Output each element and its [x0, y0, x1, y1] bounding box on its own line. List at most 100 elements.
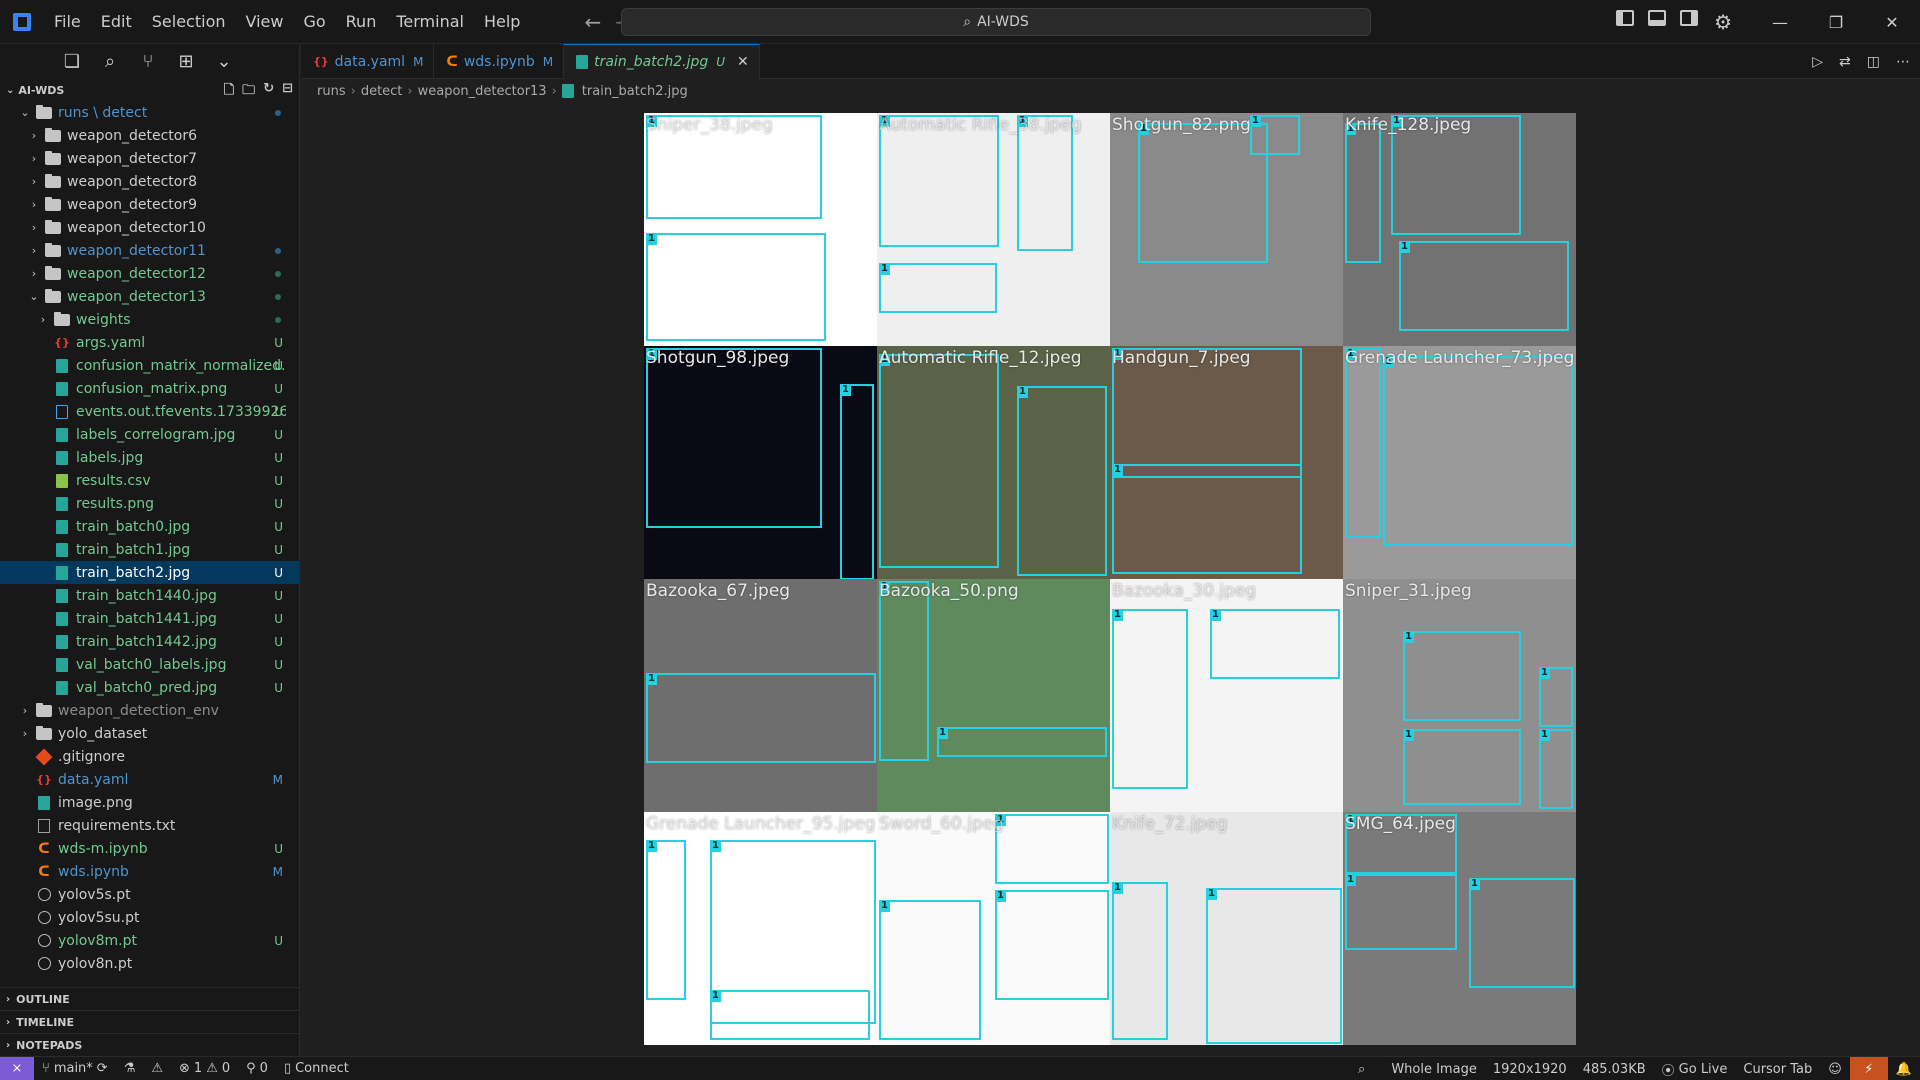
- toggle-primary-sidebar-icon[interactable]: [1616, 10, 1635, 26]
- tree-file[interactable]: train_batch0.jpg U: [0, 515, 299, 538]
- menu-selection[interactable]: Selection: [142, 7, 236, 37]
- tree-file[interactable]: train_batch1.jpg U: [0, 538, 299, 561]
- status-dot: [275, 316, 281, 323]
- back-arrow-icon[interactable]: ←: [584, 10, 601, 34]
- section-notepads[interactable]: › NOTEPADS: [0, 1033, 300, 1056]
- zoom-icon[interactable]: ⌕: [1350, 1062, 1383, 1077]
- extensions-status-icon[interactable]: ⚠: [143, 1061, 171, 1076]
- tree-file[interactable]: ᑕ wds.ipynb M: [0, 860, 299, 883]
- compare-icon[interactable]: ⇄: [1839, 54, 1851, 70]
- tree-folder[interactable]: › weapon_detector6: [0, 124, 299, 147]
- train-batch-image[interactable]: Sniper_38.jpeg 1 1 Automatic Rifle_38.jpeg 1…: [644, 113, 1576, 1045]
- chevron-right-icon: ›: [31, 175, 37, 188]
- problems-indicator[interactable]: ⊗ 1 ⚠ 0: [171, 1061, 238, 1076]
- ports-indicator[interactable]: ⚲ 0: [238, 1061, 276, 1076]
- breadcrumb-item[interactable]: detect: [361, 84, 403, 99]
- breadcrumb-item[interactable]: weapon_detector13: [418, 84, 547, 99]
- tree-folder-root[interactable]: ⌄ runs \ detect: [0, 101, 299, 124]
- new-file-icon[interactable]: 🗋: [224, 81, 234, 103]
- restore-button[interactable]: ❐: [1808, 0, 1864, 44]
- chevron-down-icon[interactable]: ⌄: [214, 51, 234, 72]
- tree-file[interactable]: train_batch1441.jpg U: [0, 607, 299, 630]
- tree-file[interactable]: image.png: [0, 791, 299, 814]
- tab-train_batch2-jpg[interactable]: train_batch2.jpg U ✕: [564, 44, 760, 79]
- tree-folder[interactable]: › weapon_detector10: [0, 216, 299, 239]
- notifications-bell-icon[interactable]: 🔔: [1888, 1062, 1920, 1077]
- tree-folder[interactable]: › weapon_detector9: [0, 193, 299, 216]
- search-view-icon[interactable]: ⌕: [100, 51, 120, 72]
- tree-folder[interactable]: ⌄ weapon_detector13: [0, 285, 299, 308]
- tree-file[interactable]: yolov5su.pt: [0, 906, 299, 929]
- tree-file[interactable]: labels_correlogram.jpg U: [0, 423, 299, 446]
- explorer-files-icon[interactable]: ❏: [62, 51, 82, 72]
- tree-folder[interactable]: › weapon_detector12: [0, 262, 299, 285]
- tree-file[interactable]: {} data.yaml M: [0, 768, 299, 791]
- tree-folder[interactable]: › weapon_detector8: [0, 170, 299, 193]
- menu-edit[interactable]: Edit: [91, 7, 142, 37]
- branch-indicator[interactable]: ⑂ main* ⟳: [34, 1061, 116, 1076]
- menu-file[interactable]: File: [44, 7, 91, 37]
- tree-file[interactable]: labels.jpg U: [0, 446, 299, 469]
- go-live-button[interactable]: ⦿ Go Live: [1654, 1060, 1736, 1079]
- tree-folder[interactable]: › weapon_detector7: [0, 147, 299, 170]
- run-icon[interactable]: ▷: [1812, 54, 1823, 70]
- new-folder-icon[interactable]: 🗀: [242, 81, 255, 103]
- section-outline[interactable]: › OUTLINE: [0, 987, 300, 1010]
- remote-indicator-icon[interactable]: ⨯: [0, 1056, 34, 1080]
- tree-file[interactable]: results.csv U: [0, 469, 299, 492]
- tree-file[interactable]: yolov8m.pt U: [0, 929, 299, 952]
- more-actions-icon[interactable]: ⋯: [1896, 54, 1910, 70]
- image-file-icon: [56, 588, 68, 603]
- tab-data-yaml[interactable]: {} data.yaml M: [301, 44, 435, 79]
- tree-file[interactable]: ᑕ wds-m.ipynb U: [0, 837, 299, 860]
- cursor-tab-button[interactable]: Cursor Tab: [1735, 1062, 1820, 1077]
- minimize-button[interactable]: —: [1752, 0, 1808, 44]
- explorer-root-header[interactable]: ⌄ AI-WDS 🗋 🗀 ↻ ⊟: [0, 79, 299, 101]
- tree-file[interactable]: events.out.tfevents.173399260...U: [0, 400, 299, 423]
- tree-file[interactable]: requirements.txt: [0, 814, 299, 837]
- command-center-search[interactable]: ⌕ AI-WDS: [621, 8, 1371, 36]
- tree-file[interactable]: results.png U: [0, 492, 299, 515]
- settings-gear-icon[interactable]: ⚙: [1714, 10, 1732, 34]
- close-tab-icon[interactable]: ✕: [737, 54, 749, 70]
- feedback-alert-icon[interactable]: ⚡: [1849, 1057, 1888, 1080]
- tree-file[interactable]: confusion_matrix_normalized.p... U: [0, 354, 299, 377]
- refresh-icon[interactable]: ↻: [263, 81, 274, 103]
- tree-file[interactable]: .gitignore: [0, 745, 299, 768]
- breadcrumb-item[interactable]: runs: [317, 84, 346, 99]
- menu-go[interactable]: Go: [293, 7, 335, 37]
- split-editor-icon[interactable]: ◫: [1867, 54, 1880, 70]
- connect-button[interactable]: ▯ Connect: [276, 1061, 357, 1076]
- tree-folder[interactable]: › weapon_detector11: [0, 239, 299, 262]
- zoom-level[interactable]: Whole Image: [1383, 1062, 1485, 1077]
- toggle-panel-icon[interactable]: [1648, 10, 1667, 26]
- collapse-all-icon[interactable]: ⊟: [282, 81, 293, 103]
- tree-file[interactable]: train_batch1442.jpg U: [0, 630, 299, 653]
- copilot-icon[interactable]: ☺: [1820, 1062, 1850, 1077]
- tile-filename-label: Bazooka_50.png: [879, 581, 1019, 601]
- sidebar-tools-icon[interactable]: ⚗: [116, 1061, 144, 1076]
- tree-file[interactable]: yolov8n.pt: [0, 952, 299, 975]
- menu-view[interactable]: View: [236, 7, 294, 37]
- breadcrumb-item[interactable]: train_batch2.jpg: [582, 84, 688, 99]
- menu-run[interactable]: Run: [336, 7, 387, 37]
- tree-folder[interactable]: › yolo_dataset: [0, 722, 299, 745]
- toggle-secondary-sidebar-icon[interactable]: [1680, 10, 1699, 26]
- source-control-icon[interactable]: ⑂: [138, 51, 158, 72]
- close-window-button[interactable]: ✕: [1864, 0, 1920, 44]
- tree-file[interactable]: train_batch2.jpg U: [0, 561, 299, 584]
- tree-file[interactable]: yolov5s.pt: [0, 883, 299, 906]
- tree-file[interactable]: train_batch1440.jpg U: [0, 584, 299, 607]
- tree-folder[interactable]: › weights: [0, 308, 299, 331]
- extensions-icon[interactable]: ⊞: [176, 51, 196, 72]
- menu-terminal[interactable]: Terminal: [386, 7, 474, 37]
- tree-file[interactable]: confusion_matrix.png U: [0, 377, 299, 400]
- menu-help[interactable]: Help: [474, 7, 530, 37]
- section-timeline[interactable]: › TIMELINE: [0, 1010, 300, 1033]
- tree-item-label: yolov8m.pt: [58, 932, 137, 949]
- tree-file[interactable]: {} args.yaml U: [0, 331, 299, 354]
- tab-wds-ipynb[interactable]: ᑕ wds.ipynb M: [434, 44, 565, 79]
- tree-file[interactable]: val_batch0_pred.jpg U: [0, 676, 299, 699]
- tree-file[interactable]: val_batch0_labels.jpg U: [0, 653, 299, 676]
- tree-folder[interactable]: › weapon_detection_env: [0, 699, 299, 722]
